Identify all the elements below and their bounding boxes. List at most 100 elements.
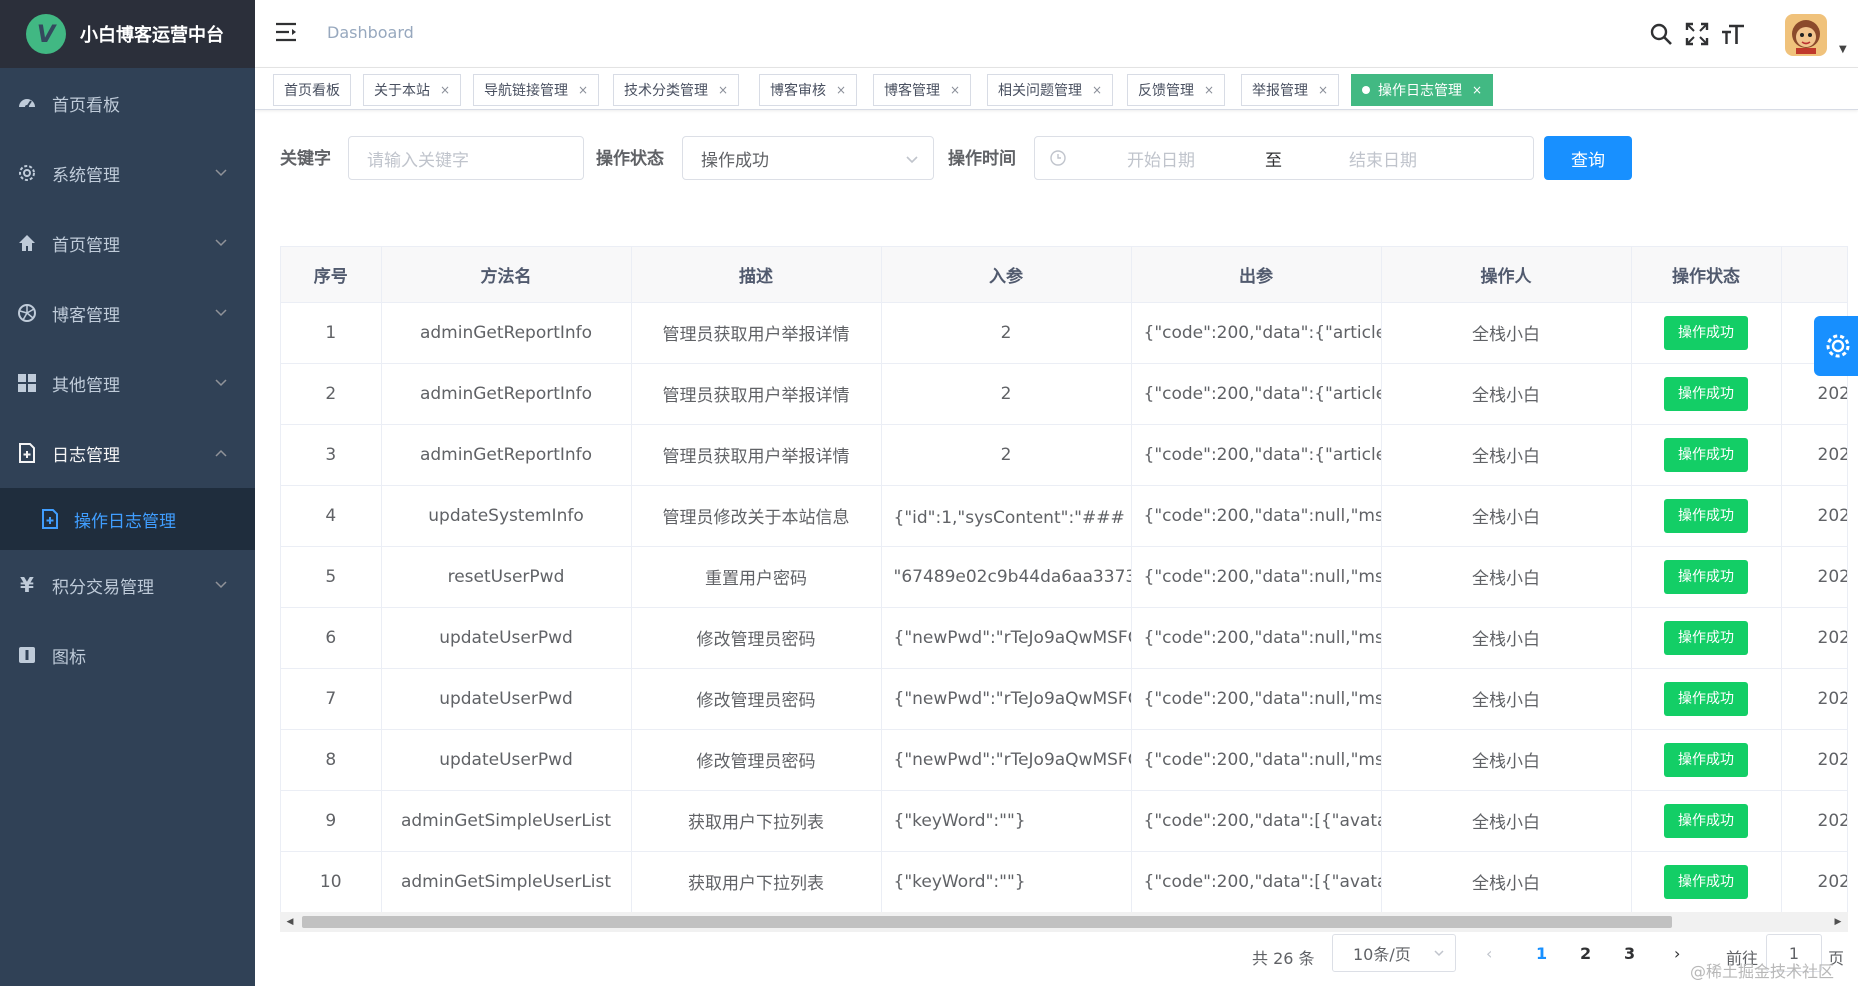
cell-no: 6 (281, 607, 382, 669)
chevron-down-icon (213, 166, 229, 180)
start-date-input[interactable]: 开始日期 (1127, 146, 1195, 171)
cell-input: {"newPwd":"rTeJo9aQwMSFG (881, 729, 1132, 791)
cell-desc: 修改管理员密码 (631, 668, 882, 730)
end-date-input[interactable]: 结束日期 (1349, 146, 1417, 171)
search-icon[interactable] (1647, 20, 1675, 48)
page-2-button[interactable]: 2 (1580, 944, 1591, 963)
status-badge[interactable]: 操作成功 (1664, 864, 1748, 899)
close-icon[interactable]: × (718, 83, 728, 97)
status-badge[interactable]: 操作成功 (1664, 376, 1748, 411)
cell-status: 操作成功 (1631, 607, 1782, 669)
cell-desc: 重置用户密码 (631, 546, 882, 608)
close-icon[interactable]: × (1092, 83, 1102, 97)
sidebar-item-logs[interactable]: 日志管理 (0, 418, 255, 488)
query-button[interactable]: 查询 (1544, 136, 1632, 180)
page-1-button[interactable]: 1 (1536, 944, 1547, 963)
col-header-desc: 描述 (631, 247, 882, 303)
tag-nav-links[interactable]: 导航链接管理 × (473, 74, 600, 106)
breadcrumb[interactable]: Dashboard (327, 23, 414, 42)
close-icon[interactable]: × (1204, 83, 1214, 97)
status-badge[interactable]: 操作成功 (1664, 437, 1748, 472)
page-3-button[interactable]: 3 (1624, 944, 1635, 963)
home-icon (16, 232, 38, 254)
table-row[interactable]: 9 adminGetSimpleUserList 获取用户下拉列表 {"keyWord… (281, 790, 1847, 852)
table-row[interactable]: 5 resetUserPwd 重置用户密码 "67489e02c9b44da6aa33… (281, 546, 1847, 608)
scroll-right-icon[interactable]: ▶ (1832, 916, 1844, 928)
fullscreen-icon[interactable] (1683, 20, 1711, 48)
tag-about[interactable]: 关于本站 × (363, 74, 462, 106)
table-row[interactable]: 6 updateUserPwd 修改管理员密码 {"newPwd":"rTeJo9aQ… (281, 607, 1847, 669)
sidebar-item-label: 图标 (52, 647, 86, 668)
keyword-input[interactable]: 请输入关键字 (348, 136, 584, 180)
close-icon[interactable]: × (578, 83, 588, 97)
status-badge[interactable]: 操作成功 (1664, 559, 1748, 594)
status-badge[interactable]: 操作成功 (1664, 620, 1748, 655)
sidebar-subitem-operation-log[interactable]: 操作日志管理 (0, 488, 255, 550)
prev-page-button[interactable]: ‹ (1486, 944, 1492, 963)
log-table: 序号 方法名 描述 入参 出参 操作人 操作状态 1 adminGetReport… (280, 246, 1848, 932)
close-icon[interactable]: × (1472, 83, 1482, 97)
status-badge[interactable]: 操作成功 (1664, 803, 1748, 838)
settings-button[interactable] (1814, 316, 1858, 376)
sidebar-item-system[interactable]: 系统管理 (0, 138, 255, 208)
status-select[interactable]: 操作成功 (682, 136, 934, 180)
table-row[interactable]: 3 adminGetReportInfo 管理员获取用户举报详情 2 {"code":2… (281, 424, 1847, 486)
cell-operator: 全栈小白 (1381, 485, 1632, 547)
tag-related-questions[interactable]: 相关问题管理 × (987, 74, 1114, 106)
cell-time: 202 (1781, 851, 1847, 913)
sidebar-item-blog[interactable]: 博客管理 (0, 278, 255, 348)
gear-icon (1823, 331, 1853, 361)
cell-output: {"code":200,"data":null,"msg":" (1131, 485, 1382, 547)
status-badge[interactable]: 操作成功 (1664, 742, 1748, 777)
table-row[interactable]: 7 updateUserPwd 修改管理员密码 {"newPwd":"rTeJo9aQ… (281, 668, 1847, 730)
status-badge[interactable]: 操作成功 (1664, 681, 1748, 716)
scroll-left-icon[interactable]: ◀ (284, 916, 296, 928)
status-badge[interactable]: 操作成功 (1664, 315, 1748, 350)
vue-logo-icon: V (26, 14, 66, 54)
tag-operation-log[interactable]: 操作日志管理 × (1351, 74, 1494, 106)
chevron-down-icon (905, 151, 919, 165)
next-page-button[interactable]: › (1674, 944, 1680, 963)
font-size-icon[interactable] (1719, 20, 1747, 48)
caret-down-icon[interactable]: ▼ (1839, 44, 1847, 55)
page-size-select[interactable]: 10条/页 (1332, 934, 1456, 972)
tag-blog-manage[interactable]: 博客管理 × (873, 74, 972, 106)
cell-input: "67489e02c9b44da6aa33735e (881, 546, 1132, 608)
close-icon[interactable]: × (440, 83, 450, 97)
hamburger-icon[interactable] (275, 22, 299, 44)
date-range-picker[interactable]: 开始日期 至 结束日期 (1034, 136, 1534, 180)
scrollbar-thumb[interactable] (302, 916, 1672, 928)
tag-blog-review[interactable]: 博客审核 × (759, 74, 858, 106)
cell-no: 5 (281, 546, 382, 608)
table-row[interactable]: 2 adminGetReportInfo 管理员获取用户举报详情 2 {"code":2… (281, 363, 1847, 425)
time-label: 操作时间 (948, 149, 1016, 169)
cell-method: updateUserPwd (381, 607, 632, 669)
cell-output: {"code":200,"data":null,"msg":" (1131, 729, 1382, 791)
table-row[interactable]: 1 adminGetReportInfo 管理员获取用户举报详情 2 {"code":2… (281, 302, 1847, 364)
table-row[interactable]: 4 updateSystemInfo 管理员修改关于本站信息 {"id":1,"sys… (281, 485, 1847, 547)
sidebar-item-icons[interactable]: 图标 (0, 620, 255, 690)
sidebar-item-home[interactable]: 首页管理 (0, 208, 255, 278)
tag-feedback[interactable]: 反馈管理 × (1127, 74, 1226, 106)
sidebar-item-other[interactable]: 其他管理 (0, 348, 255, 418)
tag-tech-category[interactable]: 技术分类管理 × (613, 74, 740, 106)
close-icon[interactable]: × (836, 83, 846, 97)
horizontal-scrollbar[interactable]: ◀ ▶ (280, 912, 1848, 932)
pagination-total: 共 26 条 (1252, 949, 1315, 968)
sidebar-item-label: 首页管理 (52, 235, 120, 256)
table-row[interactable]: 8 updateUserPwd 修改管理员密码 {"newPwd":"rTeJo9aQ… (281, 729, 1847, 791)
logo-bar[interactable]: V 小白博客运营中台 (0, 0, 255, 68)
cell-status: 操作成功 (1631, 790, 1782, 852)
close-icon[interactable]: × (950, 83, 960, 97)
cell-status: 操作成功 (1631, 729, 1782, 791)
sidebar-item-dashboard[interactable]: 首页看板 (0, 68, 255, 138)
avatar[interactable] (1785, 14, 1827, 56)
tag-report[interactable]: 举报管理 × (1241, 74, 1340, 106)
tag-dashboard[interactable]: 首页看板 (273, 74, 351, 106)
table-row[interactable]: 10 adminGetSimpleUserList 获取用户下拉列表 {"keyWor… (281, 851, 1847, 913)
sidebar-item-points[interactable]: ¥ 积分交易管理 (0, 550, 255, 620)
close-icon[interactable]: × (1318, 83, 1328, 97)
cell-method: updateUserPwd (381, 668, 632, 730)
status-badge[interactable]: 操作成功 (1664, 498, 1748, 533)
cell-status: 操作成功 (1631, 851, 1782, 913)
